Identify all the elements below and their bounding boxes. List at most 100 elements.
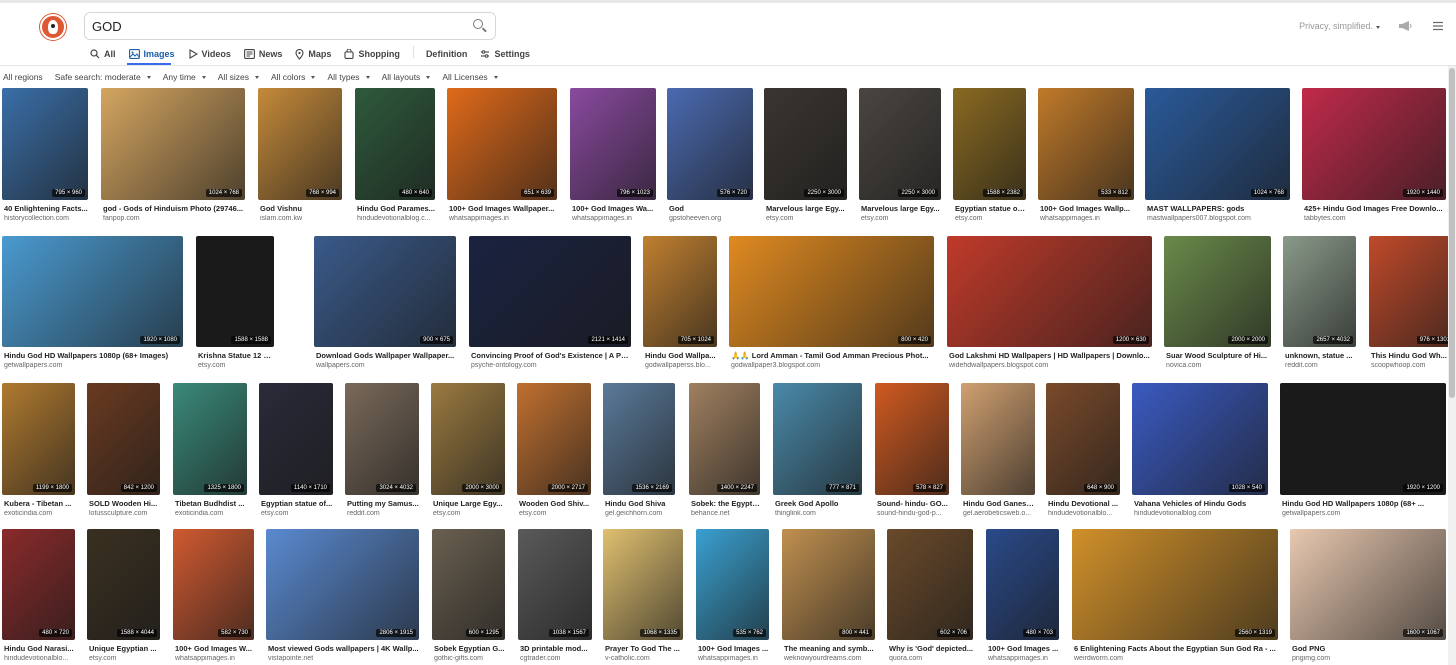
result-thumbnail[interactable]: 800 × 441 <box>782 529 875 640</box>
result-source[interactable]: behance.net <box>691 510 760 517</box>
result-source[interactable]: hindudevotionalblog.com <box>1134 510 1268 517</box>
result-caption[interactable]: SOLD Wooden Hi... <box>89 499 160 508</box>
result-source[interactable]: historycollection.com <box>4 215 88 222</box>
result-source[interactable]: whatsappimages.in <box>175 655 254 662</box>
result-source[interactable]: fanpop.com <box>103 215 245 222</box>
result-caption[interactable]: Krishna Statue 12 Lord Kris... <box>198 351 274 360</box>
result-thumbnail[interactable]: 1920 × 1080 <box>2 236 183 347</box>
result-thumbnail[interactable]: 576 × 720 <box>667 88 753 200</box>
result-source[interactable]: v-catholic.com <box>605 655 683 662</box>
tab-all[interactable]: All <box>90 46 116 62</box>
result-thumbnail[interactable]: 651 × 639 <box>447 88 557 200</box>
result-thumbnail[interactable]: 2121 × 1414 <box>469 236 631 347</box>
result-source[interactable]: etsy.com <box>89 655 160 662</box>
result-thumbnail[interactable]: 1588 × 1588 <box>196 236 274 347</box>
result-caption[interactable]: Most viewed Gods wallpapers | 4K Wallp..… <box>268 644 419 653</box>
result-thumbnail[interactable]: 582 × 730 <box>173 529 254 640</box>
result-thumbnail[interactable] <box>961 383 1035 495</box>
result-caption[interactable]: God <box>669 204 753 213</box>
result-thumbnail[interactable]: 1400 × 2247 <box>689 383 760 495</box>
result-caption[interactable]: 100+ God Images W... <box>175 644 254 653</box>
result-caption[interactable]: Unique Egyptian ... <box>89 644 160 653</box>
result-source[interactable]: whatsappimages.in <box>449 215 557 222</box>
result-caption[interactable]: Hindu God Narasi... <box>4 644 75 653</box>
tab-images[interactable]: Images <box>128 46 175 62</box>
result-thumbnail[interactable]: 1068 × 1335 <box>603 529 683 640</box>
result-thumbnail[interactable]: 1024 × 768 <box>1145 88 1290 200</box>
result-thumbnail[interactable]: 1536 × 2169 <box>603 383 675 495</box>
result-source[interactable]: godwallpaperss.blo... <box>645 362 717 369</box>
result-caption[interactable]: Kubera - Tibetan ... <box>4 499 75 508</box>
result-caption[interactable]: Hindu God Shiva <box>605 499 675 508</box>
page-scrollbar[interactable] <box>1448 66 1456 665</box>
result-thumbnail[interactable]: 768 × 994 <box>258 88 342 200</box>
result-caption[interactable]: The meaning and symb... <box>784 644 875 653</box>
result-source[interactable]: hindudevotionalblo... <box>4 655 75 662</box>
result-thumbnail[interactable]: 2000 × 3000 <box>431 383 505 495</box>
result-caption[interactable]: Hindu God HD Wallpapers 1080p (68+ ... <box>1282 499 1446 508</box>
result-caption[interactable]: Prayer To God The ... <box>605 644 683 653</box>
result-source[interactable]: exoticindia.com <box>4 510 75 517</box>
result-caption[interactable]: Putting my Samus... <box>347 499 419 508</box>
filter-layouts[interactable]: All layouts <box>382 72 431 82</box>
scrollbar-thumb[interactable] <box>1449 68 1455 398</box>
menu-icon[interactable] <box>1432 21 1444 31</box>
result-source[interactable]: etsy.com <box>519 510 591 517</box>
result-thumbnail[interactable]: 2560 × 1319 <box>1072 529 1278 640</box>
search-input[interactable] <box>92 19 462 34</box>
result-source[interactable]: etsy.com <box>766 215 847 222</box>
result-caption[interactable]: 100+ God Images Wallp... <box>1040 204 1134 213</box>
tab-maps[interactable]: Maps <box>295 46 331 62</box>
result-caption[interactable]: unknown, statue ... <box>1285 351 1356 360</box>
result-source[interactable]: whatsappimages.in <box>572 215 656 222</box>
result-source[interactable]: gel.geichhorn.com <box>605 510 675 517</box>
result-caption[interactable]: God Lakshmi HD Wallpapers | HD Wallpaper… <box>949 351 1152 360</box>
result-source[interactable]: cgtrader.com <box>520 655 592 662</box>
result-thumbnail[interactable]: 900 × 675 <box>314 236 456 347</box>
tab-settings[interactable]: Settings <box>480 46 530 62</box>
filter-licenses[interactable]: All Licenses <box>442 72 498 82</box>
result-thumbnail[interactable]: 533 × 812 <box>1038 88 1134 200</box>
result-thumbnail[interactable]: 800 × 420 <box>729 236 934 347</box>
result-source[interactable]: getwallpapers.com <box>1282 510 1446 517</box>
result-thumbnail[interactable]: 2000 × 2000 <box>1164 236 1271 347</box>
result-caption[interactable]: Download Gods Wallpaper Wallpaper... <box>316 351 456 360</box>
result-caption[interactable]: 🙏🙏 Lord Amman - Tamil God Amman Precious… <box>731 351 934 360</box>
result-source[interactable]: whatsappimages.in <box>1040 215 1134 222</box>
result-thumbnail[interactable]: 2806 × 1915 <box>266 529 419 640</box>
result-thumbnail[interactable]: 2657 × 4032 <box>1283 236 1356 347</box>
result-thumbnail[interactable]: 795 × 960 <box>2 88 88 200</box>
result-source[interactable]: novica.com <box>1166 362 1271 369</box>
filter-sizes[interactable]: All sizes <box>218 72 259 82</box>
result-caption[interactable]: God Vishnu <box>260 204 342 213</box>
result-thumbnail[interactable]: 480 × 720 <box>2 529 75 640</box>
result-thumbnail[interactable]: 1920 × 1440 <box>1302 88 1446 200</box>
result-caption[interactable]: God PNG <box>1292 644 1446 653</box>
result-source[interactable]: whatsappimages.in <box>988 655 1059 662</box>
result-source[interactable]: mastwallpapers007.blogspot.com <box>1147 215 1290 222</box>
result-source[interactable]: sound-hindu-god-p... <box>877 510 949 517</box>
result-thumbnail[interactable]: 600 × 1295 <box>432 529 505 640</box>
result-source[interactable]: weirdworm.com <box>1074 655 1278 662</box>
result-thumbnail[interactable]: 1038 × 1567 <box>518 529 592 640</box>
result-caption[interactable]: Unique Large Egy... <box>433 499 505 508</box>
result-source[interactable]: psyche-ontology.com <box>471 362 631 369</box>
result-thumbnail[interactable]: 535 × 762 <box>696 529 769 640</box>
result-caption[interactable]: This Hindu God Wh... <box>1371 351 1456 360</box>
result-thumbnail[interactable]: 1140 × 1710 <box>259 383 333 495</box>
result-caption[interactable]: Sobek: the Egypti... <box>691 499 760 508</box>
result-caption[interactable]: Wooden God Shiv... <box>519 499 591 508</box>
result-thumbnail[interactable]: 705 × 1024 <box>643 236 717 347</box>
result-source[interactable]: hindudevotionalblo... <box>1048 510 1120 517</box>
result-caption[interactable]: 100+ God Images Wallpaper... <box>449 204 557 213</box>
result-caption[interactable]: Egyptian statue of... <box>261 499 333 508</box>
result-caption[interactable]: Hindu God Parames... <box>357 204 435 213</box>
megaphone-icon[interactable] <box>1398 20 1414 32</box>
result-source[interactable]: gothic-gifts.com <box>434 655 505 662</box>
result-source[interactable]: etsy.com <box>198 362 274 369</box>
result-caption[interactable]: Egyptian statue of... <box>955 204 1026 213</box>
result-thumbnail[interactable]: 480 × 640 <box>355 88 435 200</box>
result-caption[interactable]: 3D printable mod... <box>520 644 592 653</box>
result-thumbnail[interactable]: 2000 × 2717 <box>517 383 591 495</box>
result-thumbnail[interactable]: 1325 × 1800 <box>173 383 247 495</box>
